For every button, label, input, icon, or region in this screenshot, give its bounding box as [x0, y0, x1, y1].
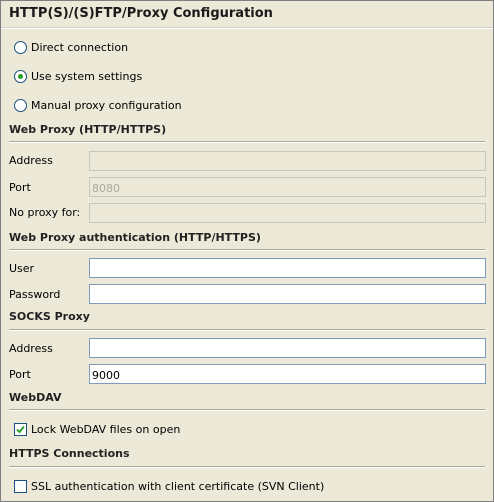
- title-divider: [1, 27, 493, 29]
- section-web-proxy-auth: Web Proxy authentication (HTTP/HTTPS): [9, 231, 261, 244]
- ssl-auth-checkbox-row[interactable]: SSL authentication with client certifica…: [14, 478, 324, 494]
- section-divider: [9, 141, 485, 143]
- radio-button[interactable]: [14, 69, 27, 83]
- socks-address-field[interactable]: [89, 338, 486, 358]
- section-divider: [9, 466, 485, 468]
- no-proxy-field[interactable]: [89, 203, 486, 223]
- section-web-proxy: Web Proxy (HTTP/HTTPS): [9, 123, 167, 136]
- section-divider: [9, 329, 485, 331]
- radio-manual-proxy[interactable]: Manual proxy configuration: [14, 97, 182, 113]
- radio-use-system-settings[interactable]: Use system settings: [14, 68, 142, 84]
- radio-label: Direct connection: [31, 40, 129, 54]
- socks-port-field[interactable]: [89, 364, 486, 384]
- section-divider: [9, 409, 485, 411]
- section-socks-proxy: SOCKS Proxy: [9, 310, 90, 323]
- radio-label: Manual proxy configuration: [31, 98, 182, 112]
- section-divider: [9, 249, 485, 251]
- checkbox-label: SSL authentication with client certifica…: [31, 479, 325, 493]
- user-field[interactable]: [89, 258, 486, 278]
- socks-address-label: Address: [9, 342, 53, 355]
- user-label: User: [9, 262, 35, 275]
- radio-button[interactable]: [14, 98, 27, 112]
- radio-button[interactable]: [14, 40, 27, 54]
- password-label: Password: [9, 288, 61, 301]
- web-proxy-address-label: Address: [9, 154, 53, 167]
- web-proxy-address-field[interactable]: [89, 151, 486, 171]
- radio-direct-connection[interactable]: Direct connection: [14, 39, 128, 55]
- proxy-configuration-panel: HTTP(S)/(S)FTP/Proxy Configuration Direc…: [0, 0, 494, 502]
- password-field[interactable]: [89, 284, 486, 304]
- no-proxy-label: No proxy for:: [9, 206, 81, 219]
- lock-webdav-checkbox[interactable]: [14, 422, 27, 436]
- web-proxy-port-field[interactable]: [89, 177, 486, 197]
- checkbox-label: Lock WebDAV files on open: [31, 422, 181, 436]
- section-https-connections: HTTPS Connections: [9, 447, 130, 460]
- check-icon: [16, 425, 25, 433]
- socks-port-label: Port: [9, 368, 31, 381]
- radio-selected-dot: [18, 73, 23, 79]
- web-proxy-port-label: Port: [9, 181, 31, 194]
- section-webdav: WebDAV: [9, 391, 62, 404]
- lock-webdav-checkbox-row[interactable]: Lock WebDAV files on open: [14, 421, 180, 437]
- radio-label: Use system settings: [31, 69, 143, 83]
- ssl-auth-checkbox[interactable]: [14, 479, 27, 493]
- page-title: HTTP(S)/(S)FTP/Proxy Configuration: [9, 6, 273, 21]
